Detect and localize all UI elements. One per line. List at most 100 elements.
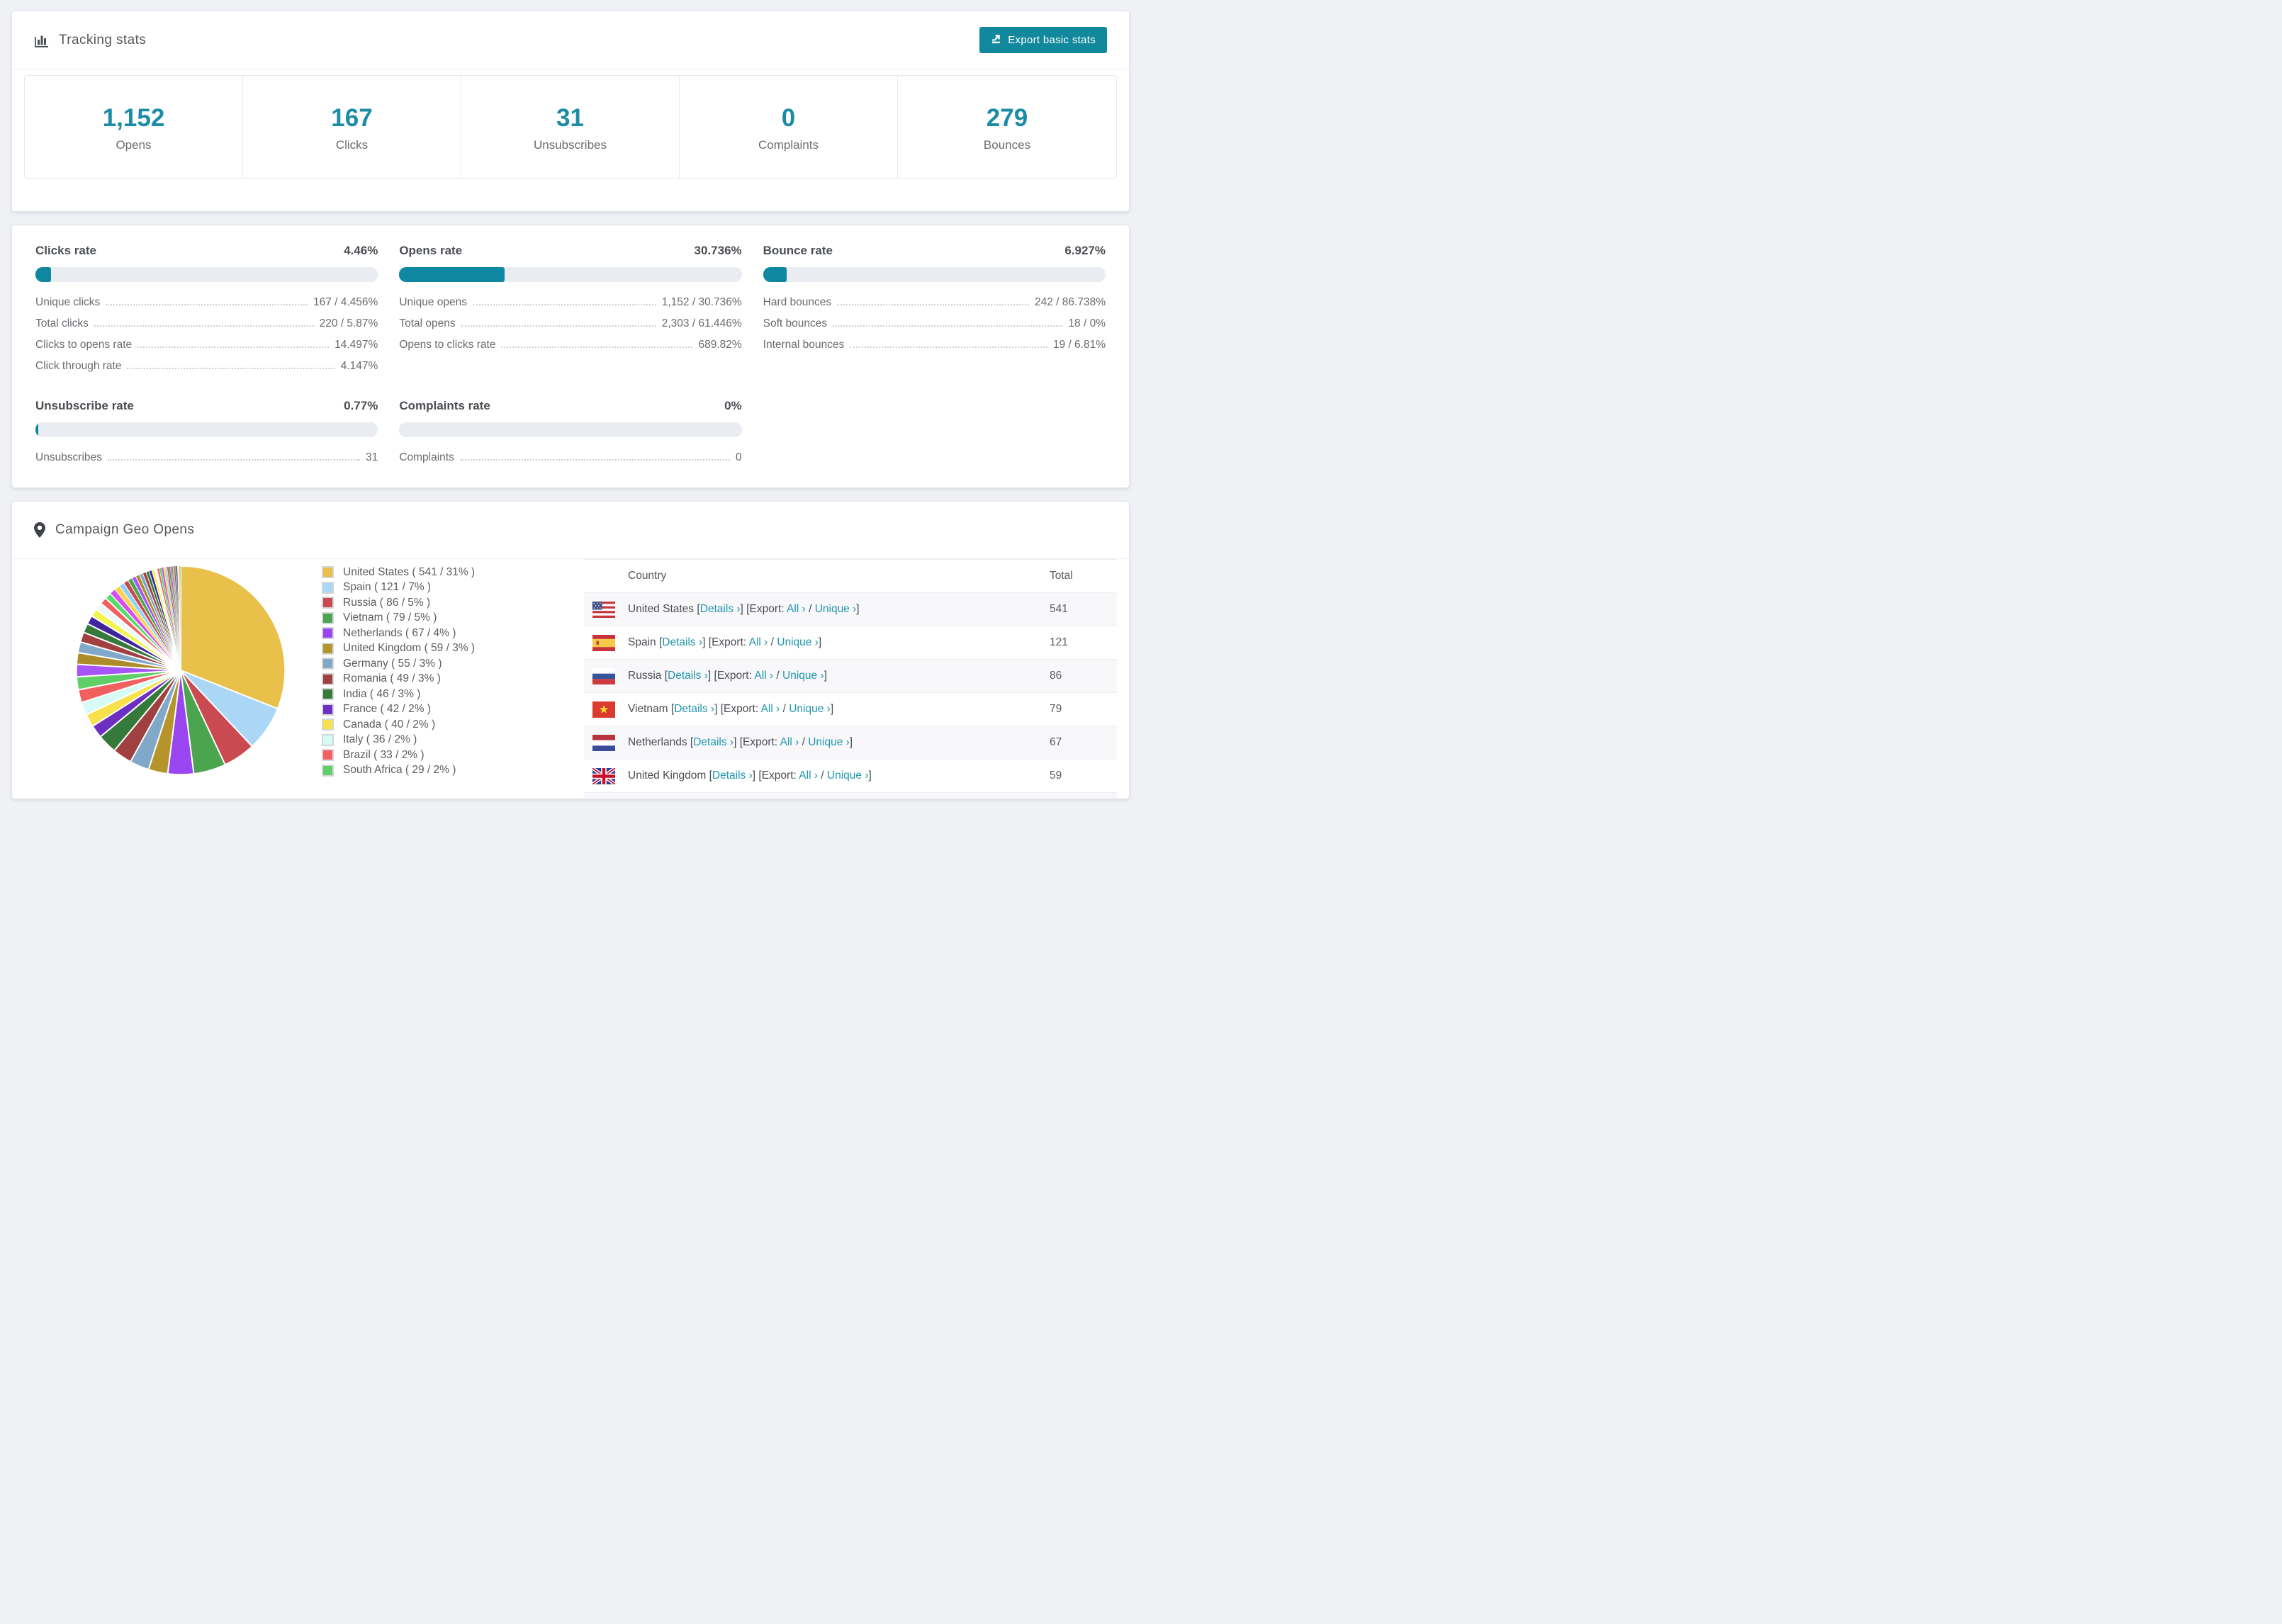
rate-value: 0.77%	[344, 399, 378, 412]
tracking-stats-header: Tracking stats Export basic stats	[12, 11, 1129, 69]
rate-stat-label: Total opens	[399, 317, 456, 329]
legend-label: United States ( 541 / 31% )	[343, 565, 476, 578]
rate-stat-value: 689.82%	[698, 339, 742, 351]
rate-block-clicks-rate: Clicks rate 4.46% Unique clicks 167 / 4.456…	[35, 244, 378, 372]
legend-label: Romania ( 49 / 3% )	[343, 672, 441, 685]
dotted-leader	[106, 304, 308, 305]
legend-label: Canada ( 40 / 2% )	[343, 718, 436, 731]
legend-item-vietnam: Vietnam ( 79 / 5% )	[322, 611, 556, 626]
details-link[interactable]: Details ›	[700, 603, 741, 615]
rate-stat-label: Unique opens	[399, 296, 467, 308]
country-name: Netherlands	[628, 736, 687, 748]
table-row-gb: United Kingdom [Details ›] [Export: All …	[584, 760, 1117, 793]
total-cell: 67	[1050, 736, 1062, 748]
export-icon	[991, 33, 1001, 47]
rate-progress-fill	[763, 267, 787, 282]
rate-stat-value: 19 / 6.81%	[1052, 339, 1106, 351]
details-link[interactable]: Details ›	[662, 636, 702, 648]
legend-swatch	[322, 749, 334, 762]
dotted-leader	[137, 346, 330, 348]
export-unique-link[interactable]: Unique ›	[808, 736, 850, 748]
dotted-leader	[459, 459, 731, 461]
legend-swatch	[322, 627, 334, 640]
country-cell: Russia [Details ›] [Export: All › / Uniq…	[584, 667, 1050, 684]
country-cell: Netherlands [Details ›] [Export: All › /…	[584, 734, 1050, 751]
rate-stat-value: 4.147%	[340, 360, 378, 372]
table-row-vn: Vietnam [Details ›] [Export: All › / Uni…	[584, 693, 1117, 726]
dotted-leader	[127, 368, 335, 369]
export-label: Export:	[712, 636, 747, 648]
export-unique-link[interactable]: Unique ›	[777, 636, 819, 648]
legend-item-india: India ( 46 / 3% )	[322, 687, 556, 702]
legend-item-romania: Romania ( 49 / 3% )	[322, 672, 556, 687]
legend-item-russia: Russia ( 86 / 5% )	[322, 595, 556, 611]
export-all-link[interactable]: All ›	[754, 670, 773, 682]
legend-item-united-kingdom: United Kingdom ( 59 / 3% )	[322, 641, 556, 657]
country-links: Vietnam [Details ›] [Export: All › / Uni…	[628, 703, 834, 715]
export-label: Export:	[743, 736, 778, 748]
export-all-link[interactable]: All ›	[787, 603, 806, 615]
legend-swatch	[322, 642, 334, 655]
legend-swatch	[322, 597, 334, 609]
rates-grid: Clicks rate 4.46% Unique clicks 167 / 4.456…	[35, 244, 1106, 463]
country-name: Russia	[628, 670, 662, 682]
rate-stat-value: 18 / 0%	[1068, 317, 1106, 329]
rate-stat-label: Total clicks	[35, 317, 89, 329]
dotted-leader	[473, 304, 656, 305]
country-links: Netherlands [Details ›] [Export: All › /…	[628, 736, 853, 748]
table-row-ru: Russia [Details ›] [Export: All › / Uniq…	[584, 660, 1117, 693]
legend-swatch	[322, 764, 334, 777]
rate-stat-value: 1,152 / 30.736%	[661, 296, 742, 308]
legend-swatch	[322, 611, 334, 624]
export-unique-link[interactable]: Unique ›	[815, 603, 857, 615]
dotted-leader	[837, 304, 1030, 305]
rate-stat-row: Complaints 0	[399, 451, 741, 463]
legend-swatch	[322, 718, 334, 731]
details-link[interactable]: Details ›	[693, 736, 734, 748]
legend-item-south-africa: South Africa ( 29 / 2% )	[322, 763, 556, 779]
rate-stat-value: 0	[736, 451, 742, 463]
summary-stat-unsubscribes: 31 Unsubscribes	[461, 76, 680, 178]
nl-flag-icon	[592, 734, 615, 751]
legend-swatch	[322, 733, 334, 746]
export-unique-link[interactable]: Unique ›	[782, 670, 824, 682]
export-all-link[interactable]: All ›	[749, 636, 768, 648]
total-column-header: Total	[1050, 570, 1073, 582]
rate-stat-value: 31	[366, 451, 378, 463]
details-link[interactable]: Details ›	[674, 703, 714, 715]
rate-stat-label: Unique clicks	[35, 296, 101, 308]
export-all-link[interactable]: All ›	[780, 736, 799, 748]
gb-flag-icon	[592, 767, 615, 784]
rate-block-bounce-rate: Bounce rate 6.927% Hard bounces 242 / 86.73…	[763, 244, 1106, 372]
rates-card: Clicks rate 4.46% Unique clicks 167 / 4.456…	[11, 225, 1130, 488]
stat-value: 279	[986, 104, 1028, 132]
rate-progress-track	[763, 267, 1106, 282]
legend-label: Germany ( 55 / 3% )	[343, 657, 442, 670]
legend-item-germany: Germany ( 55 / 3% )	[322, 656, 556, 672]
export-all-link[interactable]: All ›	[799, 769, 818, 782]
rate-value: 0%	[724, 399, 742, 412]
legend-swatch	[322, 672, 334, 685]
stat-label: Bounces	[983, 138, 1031, 152]
legend-label: Italy ( 36 / 2% )	[343, 733, 417, 746]
export-label: Export:	[749, 603, 785, 615]
details-link[interactable]: Details ›	[712, 769, 753, 782]
rate-stat-label: Clicks to opens rate	[35, 339, 133, 351]
legend-swatch	[322, 658, 334, 670]
rate-stat-value: 167 / 4.456%	[313, 296, 378, 308]
rate-value: 6.927%	[1064, 244, 1106, 257]
stat-label: Clicks	[335, 138, 369, 152]
export-unique-link[interactable]: Unique ›	[827, 769, 869, 782]
rate-stat-row: Unsubscribes 31	[35, 451, 378, 463]
dotted-leader	[107, 459, 361, 461]
geo-card-title: Campaign Geo Opens	[34, 522, 194, 538]
export-all-link[interactable]: All ›	[761, 703, 780, 715]
rate-stat-label: Soft bounces	[763, 317, 828, 329]
stat-value: 1,152	[102, 104, 165, 132]
rate-stat-value: 14.497%	[335, 339, 378, 351]
country-links: United States [Details ›] [Export: All ›…	[628, 603, 860, 615]
legend-swatch	[322, 703, 334, 716]
export-unique-link[interactable]: Unique ›	[789, 703, 831, 715]
details-link[interactable]: Details ›	[668, 670, 708, 682]
export-basic-stats-button[interactable]: Export basic stats	[979, 27, 1107, 53]
